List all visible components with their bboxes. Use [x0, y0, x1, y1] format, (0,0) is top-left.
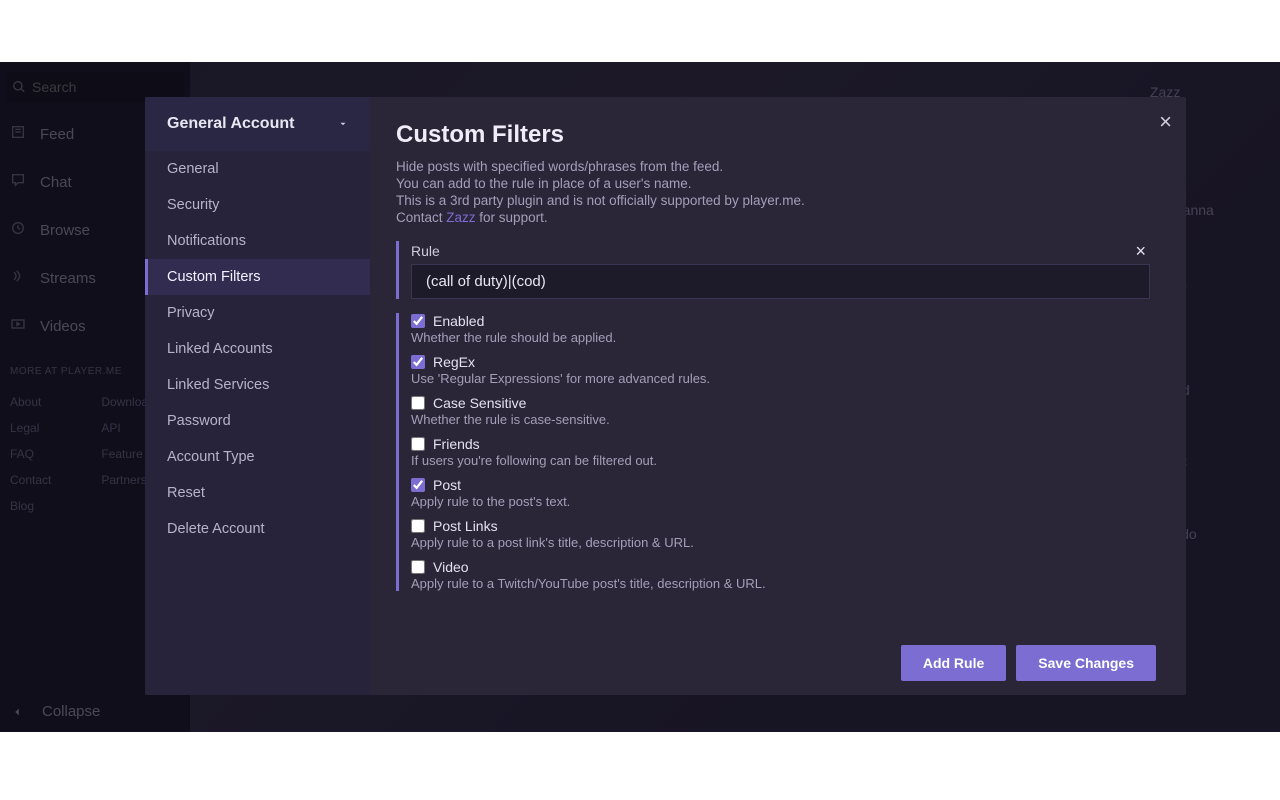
settings-body: × Custom Filters Hide posts with specifi…	[370, 97, 1186, 695]
remove-rule-icon[interactable]: ×	[1131, 241, 1150, 262]
rule-label: Rule	[411, 243, 440, 259]
settings-tab-delete-account[interactable]: Delete Account	[145, 511, 370, 547]
option-label: Post	[433, 477, 461, 493]
rule-input[interactable]	[411, 264, 1150, 299]
modal-footer: Add Rule Save Changes	[901, 645, 1156, 681]
option-label: Enabled	[433, 313, 484, 329]
chevron-down-icon	[338, 119, 348, 129]
option-checkbox[interactable]	[411, 560, 425, 574]
settings-modal: General Account GeneralSecurityNotificat…	[145, 97, 1186, 695]
desc-line: for support.	[476, 210, 548, 225]
option-post-links: Post LinksApply rule to a post link's ti…	[411, 518, 1150, 550]
option-regex: RegExUse 'Regular Expressions' for more …	[411, 354, 1150, 386]
option-checkbox[interactable]	[411, 314, 425, 328]
desc-line: You can add to the rule in place of a us…	[396, 176, 692, 191]
add-rule-button[interactable]: Add Rule	[901, 645, 1006, 681]
option-desc: Whether the rule is case-sensitive.	[411, 412, 1150, 427]
settings-tab-custom-filters[interactable]: Custom Filters	[145, 259, 370, 295]
option-checkbox[interactable]	[411, 519, 425, 533]
option-checkbox[interactable]	[411, 478, 425, 492]
option-enabled: EnabledWhether the rule should be applie…	[411, 313, 1150, 345]
settings-tab-linked-accounts[interactable]: Linked Accounts	[145, 331, 370, 367]
option-label: RegEx	[433, 354, 475, 370]
option-checkbox[interactable]	[411, 437, 425, 451]
settings-sidebar-title: General Account	[167, 115, 294, 133]
settings-tab-security[interactable]: Security	[145, 187, 370, 223]
rule-block: Rule ×	[396, 241, 1150, 299]
close-icon[interactable]: ×	[1153, 103, 1178, 141]
save-changes-button[interactable]: Save Changes	[1016, 645, 1156, 681]
option-label: Friends	[433, 436, 480, 452]
page-title: Custom Filters	[396, 121, 1150, 149]
desc-line: This is a 3rd party plugin and is not of…	[396, 193, 805, 208]
option-video: VideoApply rule to a Twitch/YouTube post…	[411, 559, 1150, 591]
settings-tab-privacy[interactable]: Privacy	[145, 295, 370, 331]
option-label: Post Links	[433, 518, 498, 534]
desc-line: Hide posts with specified words/phrases …	[396, 159, 723, 174]
option-checkbox[interactable]	[411, 396, 425, 410]
option-desc: Use 'Regular Expressions' for more advan…	[411, 371, 1150, 386]
option-desc: Whether the rule should be applied.	[411, 330, 1150, 345]
settings-tab-account-type[interactable]: Account Type	[145, 439, 370, 475]
contact-link[interactable]: Zazz	[446, 210, 475, 225]
option-post: PostApply rule to the post's text.	[411, 477, 1150, 509]
settings-tab-linked-services[interactable]: Linked Services	[145, 367, 370, 403]
option-friends: FriendsIf users you're following can be …	[411, 436, 1150, 468]
option-checkbox[interactable]	[411, 355, 425, 369]
option-label: Video	[433, 559, 469, 575]
page-description: Hide posts with specified words/phrases …	[396, 159, 1150, 227]
option-desc: Apply rule to the post's text.	[411, 494, 1150, 509]
settings-sidebar: General Account GeneralSecurityNotificat…	[145, 97, 370, 695]
settings-sidebar-header[interactable]: General Account	[145, 97, 370, 151]
rule-options: EnabledWhether the rule should be applie…	[396, 313, 1150, 591]
option-desc: Apply rule to a post link's title, descr…	[411, 535, 1150, 550]
desc-line: Contact	[396, 210, 446, 225]
settings-tab-password[interactable]: Password	[145, 403, 370, 439]
settings-tab-notifications[interactable]: Notifications	[145, 223, 370, 259]
settings-tab-general[interactable]: General	[145, 151, 370, 187]
settings-tab-reset[interactable]: Reset	[145, 475, 370, 511]
option-case-sensitive: Case SensitiveWhether the rule is case-s…	[411, 395, 1150, 427]
option-desc: If users you're following can be filtere…	[411, 453, 1150, 468]
option-label: Case Sensitive	[433, 395, 526, 411]
option-desc: Apply rule to a Twitch/YouTube post's ti…	[411, 576, 1150, 591]
